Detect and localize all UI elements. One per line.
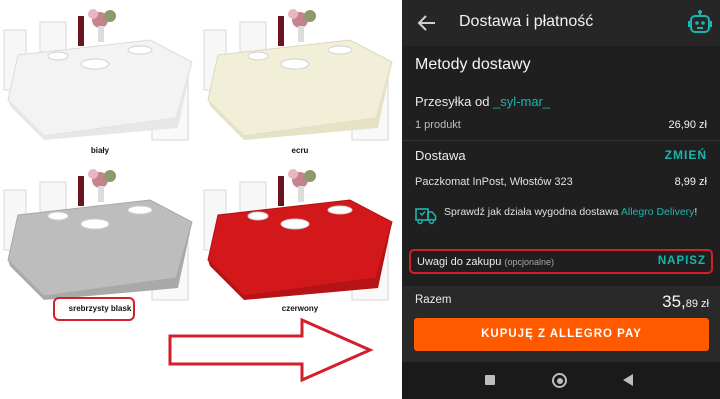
pickup-point-name: Paczkomat InPost, Włostów 323 bbox=[415, 176, 573, 188]
total-currency: zł bbox=[698, 298, 709, 310]
remarks-label-group: Uwagi do zakupu (opcjonalne) bbox=[417, 256, 554, 268]
variant-red: czerwony bbox=[200, 165, 400, 335]
change-delivery-button[interactable]: ZMIEŃ bbox=[665, 148, 707, 162]
page-title: Dostawa i płatność bbox=[459, 13, 594, 30]
pickup-point-row: Paczkomat InPost, Włostów 323 8,99 zł bbox=[415, 176, 707, 188]
promo-text: Sprawdź jak działa wygodna dostawa bbox=[444, 206, 619, 218]
back-arrow-icon[interactable] bbox=[416, 12, 438, 34]
write-remarks-button[interactable]: NAPISZ bbox=[658, 255, 706, 267]
remarks-label: Uwagi do zakupu bbox=[417, 256, 502, 268]
delivery-methods-heading: Metody dostawy bbox=[415, 56, 531, 73]
delivery-row: Dostawa ZMIEŃ bbox=[415, 148, 707, 163]
total-amount: 35,89 zł bbox=[662, 292, 709, 312]
assistant-bot-icon[interactable] bbox=[688, 10, 712, 36]
products-summary-row: 1 produkt 26,90 zł bbox=[415, 119, 707, 131]
recent-apps-icon[interactable] bbox=[485, 375, 495, 385]
variant-ecru: ecru bbox=[200, 0, 400, 170]
pickup-point-price: 8,99 zł bbox=[674, 176, 707, 188]
seller-prefix: Przesyłka od bbox=[415, 94, 490, 109]
promo-suffix: ! bbox=[694, 206, 698, 218]
order-remarks-row[interactable]: Uwagi do zakupu (opcjonalne) NAPISZ bbox=[409, 249, 713, 274]
variant-label: czerwony bbox=[281, 304, 319, 313]
product-variant-collage: biały ecru srebrzysty blask czerwony bbox=[0, 0, 402, 399]
total-amount-main: 35, bbox=[662, 292, 686, 311]
divider bbox=[402, 140, 720, 141]
top-app-bar: Dostawa i płatność bbox=[402, 0, 720, 46]
back-triangle-icon[interactable] bbox=[623, 374, 633, 386]
tablecloth-red-image bbox=[203, 169, 393, 301]
variant-highlight-frame bbox=[53, 297, 135, 321]
delivery-truck-icon bbox=[415, 208, 437, 225]
promo-text-block: Sprawdź jak działa wygodna dostawa Alleg… bbox=[444, 206, 710, 219]
variant-white: biały bbox=[0, 0, 200, 170]
tablecloth-white-image bbox=[3, 9, 193, 141]
variant-label: ecru bbox=[291, 146, 309, 155]
remarks-optional: (opcjonalne) bbox=[504, 257, 554, 267]
system-navigation-bar bbox=[402, 362, 720, 399]
home-icon[interactable] bbox=[552, 373, 567, 388]
allegro-delivery-link[interactable]: Allegro Delivery bbox=[621, 206, 695, 218]
delivery-label: Dostawa bbox=[415, 148, 466, 163]
allegro-delivery-promo: Sprawdź jak działa wygodna dostawa Alleg… bbox=[415, 203, 710, 237]
total-amount-cents: 89 bbox=[685, 298, 698, 310]
tablecloth-ecru-image bbox=[203, 9, 393, 141]
tablecloth-silver-image bbox=[3, 169, 193, 301]
buy-with-allegro-pay-button[interactable]: KUPUJĘ Z ALLEGRO PAY bbox=[414, 318, 709, 351]
shipment-seller: Przesyłka od _syl-mar_ bbox=[415, 94, 550, 109]
arrow-right-icon bbox=[168, 318, 374, 382]
total-label: Razem bbox=[415, 294, 452, 306]
checkout-screen: Dostawa i płatność Metody dostawy Przesy… bbox=[402, 0, 720, 399]
checkout-footer: Razem 35,89 zł KUPUJĘ Z ALLEGRO PAY bbox=[402, 286, 720, 362]
products-count: 1 produkt bbox=[415, 119, 461, 131]
products-price: 26,90 zł bbox=[668, 119, 707, 131]
seller-link[interactable]: _syl-mar_ bbox=[493, 94, 550, 109]
variant-label: biały bbox=[90, 146, 110, 155]
